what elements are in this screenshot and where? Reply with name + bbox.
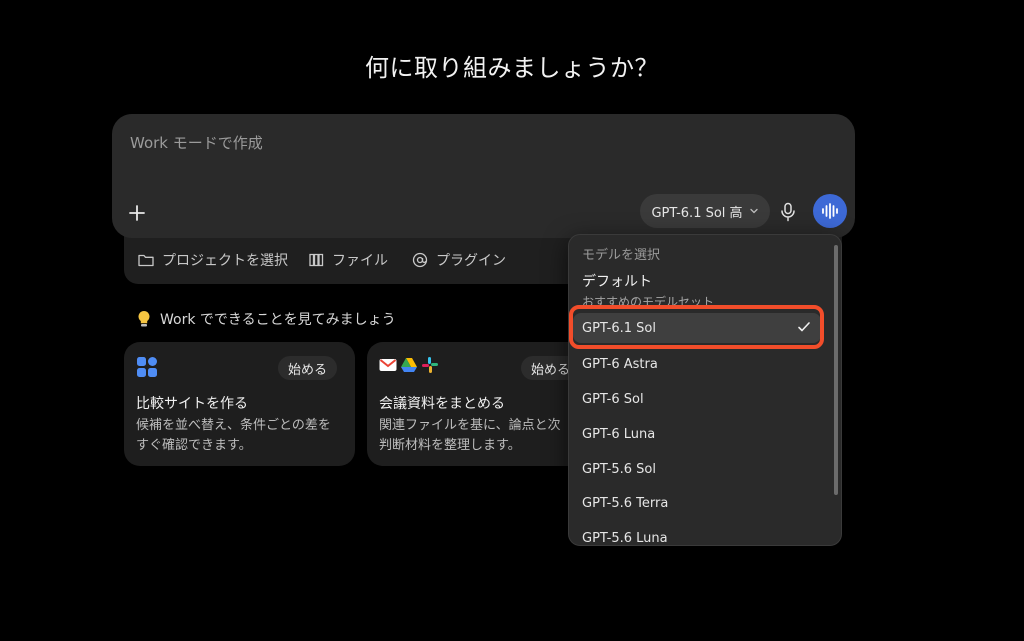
model-menu-label: モデルを選択 [582,248,661,263]
model-option-label: GPT-6 Astra [582,356,658,372]
card-title: 会議資料をまとめる [379,396,505,412]
model-option[interactable]: GPT-5.6 Terra [573,488,821,518]
drive-icon [401,358,417,372]
at-icon [412,252,428,268]
files-icon [309,253,324,267]
prompt-input[interactable]: Work モードで作成 [130,132,263,153]
model-selector-button[interactable]: GPT-6.1 Sol 高 [640,194,770,228]
model-option[interactable]: GPT-5.6 Sol [573,454,821,484]
lightbulb-icon [138,310,150,327]
card-description: 関連ファイルを基に、論点と次 判断材料を整理します。 [379,418,561,453]
model-option-label: GPT-6 Sol [582,391,644,407]
suggestions-heading: Work でできることを見てみましょう [136,309,396,329]
grid-app-icon [137,357,157,377]
plus-icon [129,205,145,221]
app-icons-group [379,356,439,374]
plugins-label: プラグイン [436,253,506,269]
select-project-button[interactable]: プロジェクトを選択 [138,250,288,270]
chevron-down-icon [749,208,758,214]
suggestions-heading-label: Work でできることを見てみましょう [160,312,396,328]
gmail-icon [379,359,397,371]
card-description: 候補を並べ替え、条件ごとの差を すぐ確認できます。 [136,418,331,453]
model-option-label: GPT-5.6 Luna [582,530,668,546]
waveform-icon [822,203,838,219]
suggestion-card[interactable]: 始める 比較サイトを作る 候補を並べ替え、条件ごとの差を すぐ確認できます。 [124,342,355,466]
select-project-label: プロジェクトを選択 [162,253,288,269]
model-option-label: GPT-6 Luna [582,426,656,442]
files-label: ファイル [332,253,388,269]
card-title: 比較サイトを作る [136,396,248,412]
default-title: デフォルト [582,274,652,290]
slack-icon [422,357,438,373]
model-option[interactable]: GPT-6 Luna [573,419,821,449]
microphone-icon [781,202,795,222]
plugins-button[interactable]: プラグイン [412,250,506,270]
composer: Work モードで作成 GPT-6.1 Sol 高 [112,114,855,238]
add-attachment-button[interactable] [126,202,148,224]
start-button[interactable]: 始める [278,356,338,380]
suggestion-card[interactable]: 始める 会議資料をまとめる 関連ファイルを基に、論点と次 判断材料を整理します。 [367,342,598,466]
dropdown-scrollbar[interactable] [834,245,838,495]
model-option[interactable]: GPT-6 Astra [573,349,821,379]
model-option[interactable]: GPT-6 Sol [573,384,821,414]
model-dropdown-menu: モデルを選択 デフォルト おすすめのモデルセット GPT-6.1 Sol GPT… [568,234,842,546]
page-title: 何に取り組みましょうか？ [365,54,659,82]
folder-icon [138,254,154,267]
voice-mode-button[interactable] [813,194,847,228]
model-option[interactable]: GPT-5.6 Luna [573,523,821,546]
model-option-label: GPT-5.6 Sol [582,461,656,477]
files-button[interactable]: ファイル [308,250,388,270]
model-selector-label: GPT-6.1 Sol 高 [651,205,743,221]
selection-highlight-annotation [569,305,824,349]
model-option-label: GPT-5.6 Terra [582,495,669,511]
microphone-button[interactable] [776,200,800,224]
